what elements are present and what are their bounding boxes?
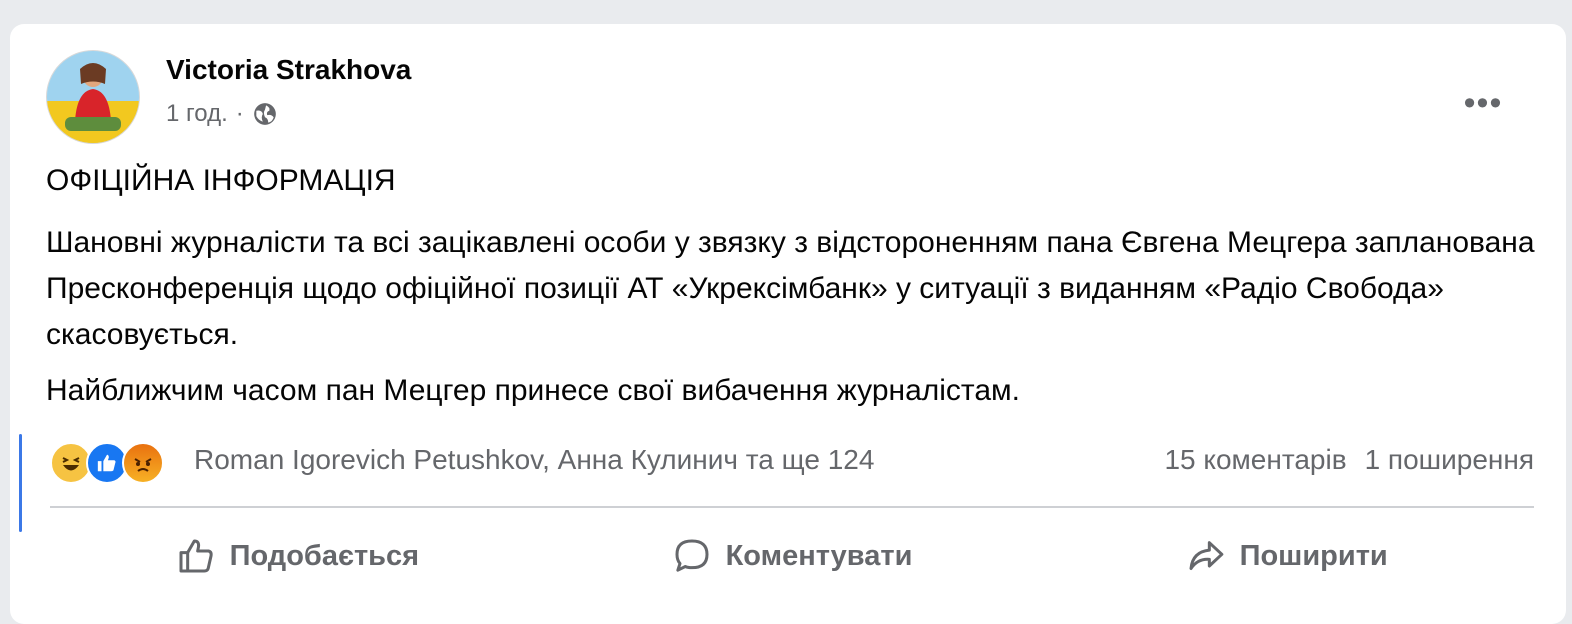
- like-button[interactable]: Подобається: [50, 524, 545, 588]
- more-options-icon[interactable]: •••: [1460, 80, 1506, 126]
- post-paragraph-1: Шановні журналісти та всі зацікавлені ос…: [46, 226, 1535, 351]
- share-button[interactable]: Поширити: [1039, 524, 1534, 588]
- post-paragraph-2: Найближчим часом пан Мецгер принесе свої…: [46, 374, 1020, 407]
- share-icon: [1189, 541, 1223, 570]
- post-time[interactable]: 1 год.: [166, 100, 228, 128]
- engagement-counts: 15 коментарів 1 поширення: [1164, 444, 1534, 476]
- reactors-text[interactable]: Roman Igorevich Petushkov, Анна Кулинич …: [194, 444, 874, 476]
- post-card: Victoria Strakhova 1 год. · ••• ОФІЦІЙНА…: [10, 24, 1566, 624]
- globe-icon[interactable]: [252, 101, 278, 127]
- post-actions: Подобається Коментувати Поширити: [50, 524, 1534, 588]
- comment-button[interactable]: Коментувати: [545, 524, 1040, 588]
- post-meta: 1 год. ·: [166, 100, 278, 128]
- reaction-icons[interactable]: [50, 442, 164, 484]
- avatar-image: [47, 51, 139, 143]
- angry-reaction-icon: [122, 442, 164, 484]
- reactions-summary: Roman Igorevich Petushkov, Анна Кулинич …: [50, 436, 1534, 484]
- thumbs-up-icon: [179, 539, 213, 573]
- comments-count[interactable]: 15 коментарів: [1164, 444, 1346, 476]
- accent-bar: [19, 434, 22, 532]
- comment-button-label: Коментувати: [725, 539, 913, 572]
- share-button-label: Поширити: [1239, 539, 1388, 572]
- avatar[interactable]: [46, 50, 140, 144]
- post-header: Victoria Strakhova 1 год. · •••: [46, 50, 1526, 146]
- post-title: ОФІЦІЙНА ІНФОРМАЦІЯ: [46, 164, 396, 197]
- author-name[interactable]: Victoria Strakhova: [166, 54, 411, 86]
- divider: [50, 506, 1534, 508]
- shares-count[interactable]: 1 поширення: [1365, 444, 1534, 476]
- meta-separator: ·: [235, 100, 244, 127]
- like-button-label: Подобається: [229, 539, 420, 572]
- comment-icon: [675, 539, 709, 572]
